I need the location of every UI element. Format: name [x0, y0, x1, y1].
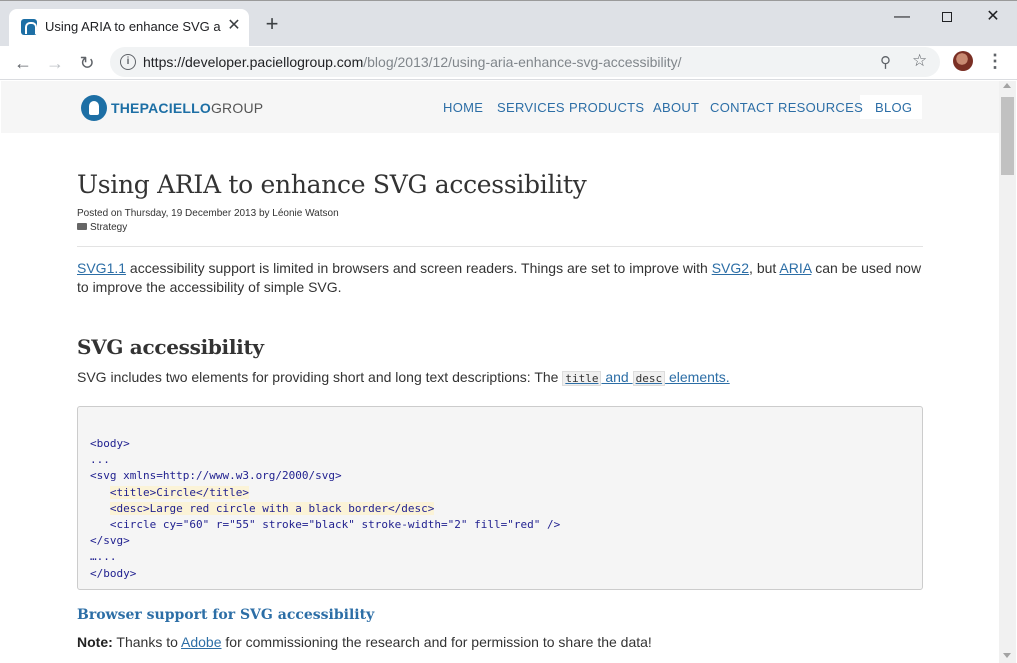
intro-paragraph: SVG1.1 accessibility support is limited … — [77, 259, 923, 297]
logo-group: GROUP — [210, 100, 264, 116]
divider — [77, 246, 923, 247]
code-line-4: <title>Circle</title> — [109, 485, 249, 499]
scroll-up-arrow-icon[interactable] — [1003, 83, 1011, 88]
reload-icon[interactable]: ↻ — [74, 50, 100, 76]
svg11-link[interactable]: SVG1.1 — [77, 260, 126, 276]
nav-contact[interactable]: CONTACT — [710, 100, 774, 115]
url-host: https://developer.paciellogroup.com — [143, 54, 364, 70]
site-logo[interactable]: THEPACIELLOGROUP — [111, 100, 263, 116]
svg2-link[interactable]: SVG2 — [712, 260, 749, 276]
code-line-2: ... — [90, 453, 110, 467]
window-close-icon[interactable]: ✕ — [971, 6, 1015, 28]
logo-the: THE — [111, 100, 140, 116]
page-viewport: THEPACIELLOGROUP HOME SERVICES PRODUCTS … — [1, 81, 999, 663]
code-line-5: <desc>Large red circle with a black bord… — [109, 501, 435, 515]
browser-menu-icon[interactable]: ⋮ — [986, 52, 1004, 72]
svg-elements-paragraph: SVG includes two elements for providing … — [77, 369, 923, 386]
title-desc-link[interactable]: title and desc elements. — [562, 369, 730, 386]
browser-tab[interactable]: Using ARIA to enhance SVG acce ✕ — [9, 9, 249, 47]
browser-titlebar: Using ARIA to enhance SVG acce ✕ + — ✕ — [0, 0, 1017, 47]
scroll-thumb[interactable] — [1001, 97, 1014, 175]
p2-text: SVG includes two elements for providing … — [77, 369, 563, 385]
code-line-6: <circle cy="60" r="55" stroke="black" st… — [109, 518, 561, 532]
code-line-3: <svg xmlns=http://www.w3.org/2000/svg> — [90, 469, 342, 483]
code-line-1: <body> — [90, 437, 130, 450]
nav-home[interactable]: HOME — [443, 100, 483, 115]
forward-arrow-icon[interactable]: → — [42, 50, 68, 76]
minimize-icon[interactable]: — — [880, 6, 924, 28]
back-arrow-icon[interactable]: ← — [10, 50, 36, 76]
profile-avatar[interactable] — [953, 51, 973, 71]
note-paragraph: Note: Thanks to Adobe for commissioning … — [77, 634, 923, 650]
site-favicon-icon — [21, 19, 37, 35]
zoom-icon[interactable]: ⚲ — [880, 53, 891, 71]
site-info-icon[interactable]: i — [120, 54, 136, 70]
page-scrollbar[interactable] — [999, 81, 1016, 663]
nav-services[interactable]: SERVICES — [497, 100, 565, 115]
paciello-logo-icon[interactable] — [81, 95, 107, 121]
intro-text-1: accessibility support is limited in brow… — [126, 260, 712, 276]
url-text[interactable]: https://developer.paciellogroup.com/blog… — [143, 54, 682, 70]
section-heading-svg-accessibility: SVG accessibility — [77, 335, 264, 359]
logo-paciello: PACIELLO — [139, 100, 211, 116]
note-text-1: Thanks to — [112, 634, 182, 650]
post-category: Strategy — [77, 222, 923, 233]
nav-blog[interactable]: BLOG — [875, 100, 912, 115]
adobe-link[interactable]: Adobe — [181, 634, 221, 650]
site-header: THEPACIELLOGROUP HOME SERVICES PRODUCTS … — [1, 81, 999, 133]
folder-icon — [77, 223, 87, 230]
post-meta: Posted on Thursday, 19 December 2013 by … — [77, 208, 339, 219]
note-label: Note: — [77, 634, 113, 650]
category-link[interactable]: Strategy — [90, 222, 127, 233]
note-text-2: for commissioning the research and for p… — [221, 634, 652, 650]
scroll-down-arrow-icon[interactable] — [1003, 653, 1011, 658]
p2-and: and — [601, 369, 633, 385]
code-title: title — [562, 371, 602, 386]
code-line-9: </body> — [90, 566, 137, 580]
bookmark-star-icon[interactable]: ☆ — [912, 51, 927, 71]
tab-close-icon[interactable]: ✕ — [225, 17, 243, 35]
p2-elements: elements. — [665, 369, 730, 385]
tab-title: Using ARIA to enhance SVG acce — [45, 19, 221, 34]
nav-about[interactable]: ABOUT — [653, 100, 699, 115]
post-title: Using ARIA to enhance SVG accessibility — [77, 170, 587, 199]
browser-toolbar: ← → ↻ i https://developer.paciellogroup.… — [0, 46, 1017, 80]
code-desc: desc — [632, 371, 666, 386]
maximize-icon[interactable] — [925, 6, 969, 28]
code-line-7: </svg> — [90, 534, 130, 548]
code-block: <body> ... <svg xmlns=http://www.w3.org/… — [77, 406, 923, 590]
nav-resources[interactable]: RESOURCES — [778, 100, 863, 115]
nav-products[interactable]: PRODUCTS — [569, 100, 644, 115]
code-line-8: …... — [90, 550, 117, 564]
new-tab-icon[interactable]: + — [260, 13, 284, 37]
aria-link[interactable]: ARIA — [779, 260, 811, 276]
intro-text-2: , but — [749, 260, 780, 276]
address-bar[interactable]: i https://developer.paciellogroup.com/bl… — [110, 47, 940, 77]
code-content: <body> ... <svg xmlns=http://www.w3.org/… — [90, 436, 560, 582]
url-path: /blog/2013/12/using-aria-enhance-svg-acc… — [363, 54, 682, 70]
browser-support-heading[interactable]: Browser support for SVG accessibility — [77, 607, 923, 623]
